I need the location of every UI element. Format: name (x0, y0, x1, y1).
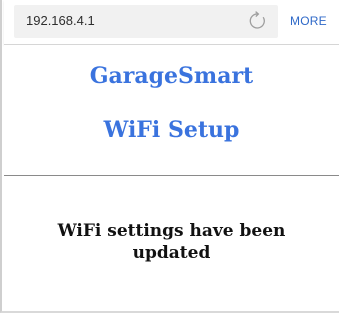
url-text[interactable]: 192.168.4.1 (26, 13, 95, 28)
page-title: GarageSmart (89, 63, 254, 89)
page-content: GarageSmart WiFi Setup WiFi settings hav… (4, 45, 339, 311)
reload-icon[interactable] (247, 10, 269, 32)
divider (4, 175, 339, 176)
page-subtitle: WiFi Setup (103, 117, 240, 143)
browser-window: 192.168.4.1 MORE GarageSmart WiFi Setup … (0, 0, 339, 313)
more-menu-button[interactable]: MORE (290, 14, 327, 28)
browser-toolbar: 192.168.4.1 MORE (4, 0, 339, 45)
address-bar[interactable]: 192.168.4.1 (14, 5, 278, 38)
status-message: WiFi settings have been updated (57, 221, 286, 263)
